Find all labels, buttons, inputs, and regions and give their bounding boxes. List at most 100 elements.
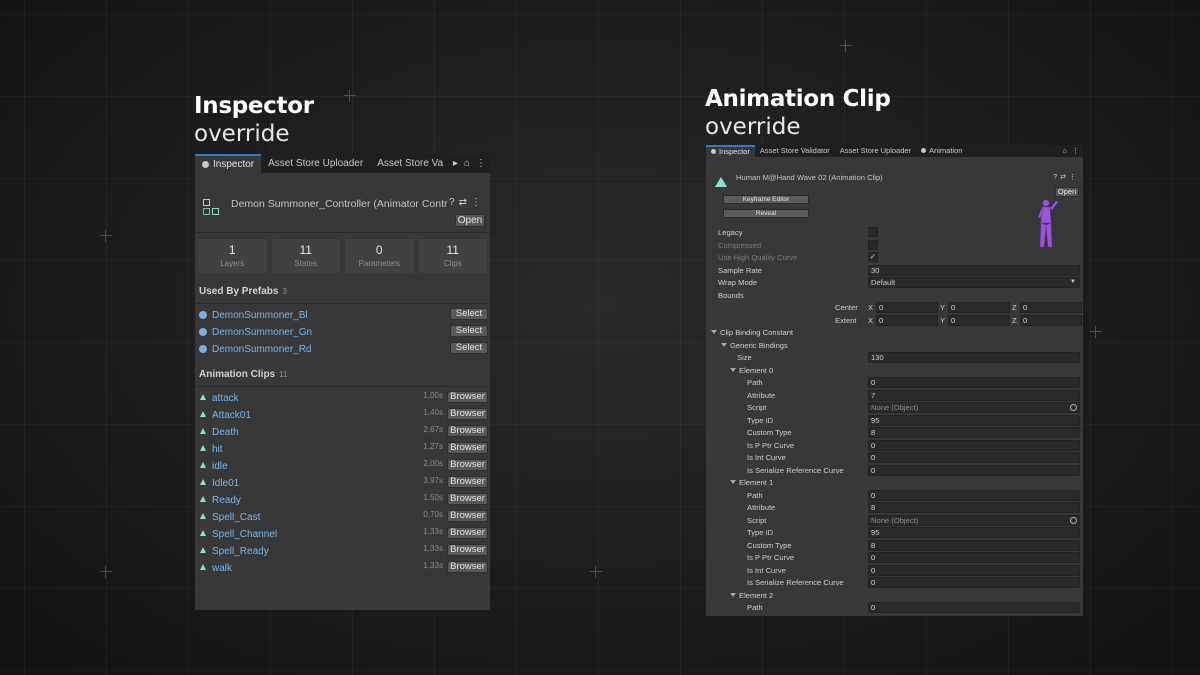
- foldout-label[interactable]: Element 2: [730, 591, 773, 600]
- lock-icon[interactable]: ⌂: [1063, 148, 1067, 155]
- browser-button[interactable]: Browser: [447, 391, 488, 403]
- prefab-row: DemonSummoner_Gn Select: [195, 324, 490, 341]
- clip-row: Spell_Ready 1,33s Browser: [195, 543, 490, 560]
- help-icon[interactable]: ?: [449, 197, 459, 208]
- clip-row: Attack01 1,40s Browser: [195, 407, 490, 424]
- browser-button[interactable]: Browser: [447, 476, 488, 488]
- foldout-label[interactable]: Element 0: [730, 366, 773, 375]
- settings-icon[interactable]: ⇄: [1060, 174, 1069, 181]
- inspector-header: Demon Summoner_Controller (Animator Cont…: [195, 173, 490, 233]
- clip-name[interactable]: walk: [212, 563, 232, 574]
- property-field[interactable]: 0: [868, 452, 1080, 463]
- property-field[interactable]: 8: [868, 427, 1080, 438]
- browser-button[interactable]: Browser: [447, 493, 488, 505]
- legacy-checkbox[interactable]: [868, 227, 878, 237]
- browser-button[interactable]: Browser: [447, 442, 488, 454]
- property-field[interactable]: 0: [868, 552, 1080, 563]
- select-button[interactable]: Select: [450, 342, 488, 354]
- prefab-name[interactable]: DemonSummoner_Bl: [212, 310, 308, 321]
- clip-name[interactable]: attack: [212, 393, 239, 404]
- browser-button[interactable]: Browser: [447, 408, 488, 420]
- object-picker-icon[interactable]: [1070, 516, 1077, 524]
- plus-icon: [840, 40, 852, 52]
- chevron-right-icon[interactable]: ▸: [453, 158, 458, 169]
- clip-name[interactable]: Spell_Cast: [212, 512, 260, 523]
- property-field[interactable]: 130: [868, 352, 1080, 363]
- clip-name[interactable]: Spell_Ready: [212, 546, 269, 557]
- property-field[interactable]: 95: [868, 527, 1080, 538]
- foldout-label[interactable]: Generic Bindings: [721, 341, 788, 350]
- clip-name[interactable]: Attack01: [212, 410, 251, 421]
- property-field[interactable]: 0: [868, 377, 1080, 388]
- asset-title: Demon Summoner_Controller (Animator Cont…: [231, 198, 448, 210]
- property-field[interactable]: 0: [868, 577, 1080, 588]
- plus-icon: [100, 230, 112, 242]
- chevron-down-icon: [730, 367, 736, 372]
- foldout-label[interactable]: Element 1: [730, 478, 773, 487]
- browser-button[interactable]: Browser: [447, 544, 488, 556]
- tab-asset-store-validator[interactable]: Asset Store Validator: [755, 145, 835, 157]
- settings-icon[interactable]: ⇄: [459, 197, 471, 208]
- keyframe-editor-button[interactable]: Keyframe Editor: [723, 195, 809, 204]
- tab-asset-store-uploader[interactable]: Asset Store Uploader: [835, 145, 916, 157]
- clip-duration: 2,67s: [423, 425, 443, 434]
- center-row: Center X 0 Y 0 Z 0: [706, 302, 1083, 314]
- tab-asset-store-validator[interactable]: Asset Store Va: [370, 154, 450, 173]
- animation-clip-icon: [200, 513, 206, 519]
- property-field[interactable]: 8: [868, 502, 1080, 513]
- property-field[interactable]: 0: [868, 602, 1080, 613]
- property-field[interactable]: 0: [868, 489, 1080, 501]
- clip-binding-foldout: Clip Binding Constant: [706, 327, 1083, 339]
- more-icon[interactable]: ⋮: [476, 158, 486, 169]
- property-field[interactable]: 7: [868, 389, 1080, 401]
- clip-name[interactable]: hit: [212, 444, 223, 455]
- more-icon[interactable]: ⋮: [471, 197, 485, 208]
- more-icon[interactable]: ⋮: [1069, 174, 1079, 181]
- legacy-row: Legacy: [706, 227, 1083, 239]
- prefab-name[interactable]: DemonSummoner_Rd: [212, 344, 312, 355]
- property-field[interactable]: 30: [868, 264, 1080, 276]
- property-field[interactable]: 95: [868, 414, 1080, 426]
- clip-duration: 1,27s: [423, 442, 443, 451]
- clip-name[interactable]: Ready: [212, 495, 241, 506]
- property-field[interactable]: 0: [868, 464, 1080, 476]
- tab-asset-store-uploader[interactable]: Asset Store Uploader: [261, 154, 370, 173]
- property-label: Size: [737, 353, 752, 362]
- select-button[interactable]: Select: [450, 325, 488, 337]
- tab-inspector[interactable]: Inspector: [706, 145, 755, 157]
- property-field[interactable]: Default ▼: [868, 277, 1080, 288]
- plus-icon: [590, 566, 602, 578]
- clip-name[interactable]: Idle01: [212, 478, 239, 489]
- property-field[interactable]: None (Object): [868, 514, 1080, 526]
- clip-name[interactable]: idle: [212, 461, 228, 472]
- used-by-prefabs-header: Used By Prefabs 3: [199, 286, 287, 297]
- browser-button[interactable]: Browser: [447, 459, 488, 471]
- property-field[interactable]: None (Object): [868, 402, 1080, 413]
- tab-animation[interactable]: Animation: [916, 145, 967, 157]
- property-field[interactable]: 0: [868, 439, 1080, 451]
- property-field[interactable]: 0: [868, 564, 1080, 576]
- browser-button[interactable]: Browser: [447, 425, 488, 437]
- browser-button[interactable]: Browser: [447, 510, 488, 522]
- reveal-button[interactable]: Reveal: [723, 209, 809, 218]
- heading-title: Inspector: [194, 93, 314, 119]
- property-label: Script: [747, 515, 767, 525]
- open-button[interactable]: Open: [1055, 187, 1079, 197]
- browser-button[interactable]: Browser: [447, 561, 488, 573]
- select-button[interactable]: Select: [450, 308, 488, 320]
- path-row: Path 0: [706, 489, 1083, 502]
- prefab-name[interactable]: DemonSummoner_Gn: [212, 327, 312, 338]
- browser-button[interactable]: Browser: [447, 527, 488, 539]
- stats-row: 1 Layers 11 States 0 Parameters 11 Clips: [195, 233, 490, 273]
- lock-icon[interactable]: ⌂: [464, 158, 470, 169]
- open-button[interactable]: Open: [455, 214, 485, 227]
- high-quality-checkbox: ✓: [868, 252, 878, 262]
- animation-clip-icon: [200, 462, 206, 468]
- foldout-label[interactable]: Clip Binding Constant: [711, 328, 793, 337]
- property-field[interactable]: 8: [868, 539, 1080, 551]
- tab-inspector[interactable]: Inspector: [195, 154, 262, 173]
- clip-name[interactable]: Spell_Channel: [212, 529, 277, 540]
- clip-name[interactable]: Death: [212, 427, 239, 438]
- more-icon[interactable]: ⋮: [1072, 147, 1079, 155]
- object-picker-icon[interactable]: [1070, 404, 1077, 411]
